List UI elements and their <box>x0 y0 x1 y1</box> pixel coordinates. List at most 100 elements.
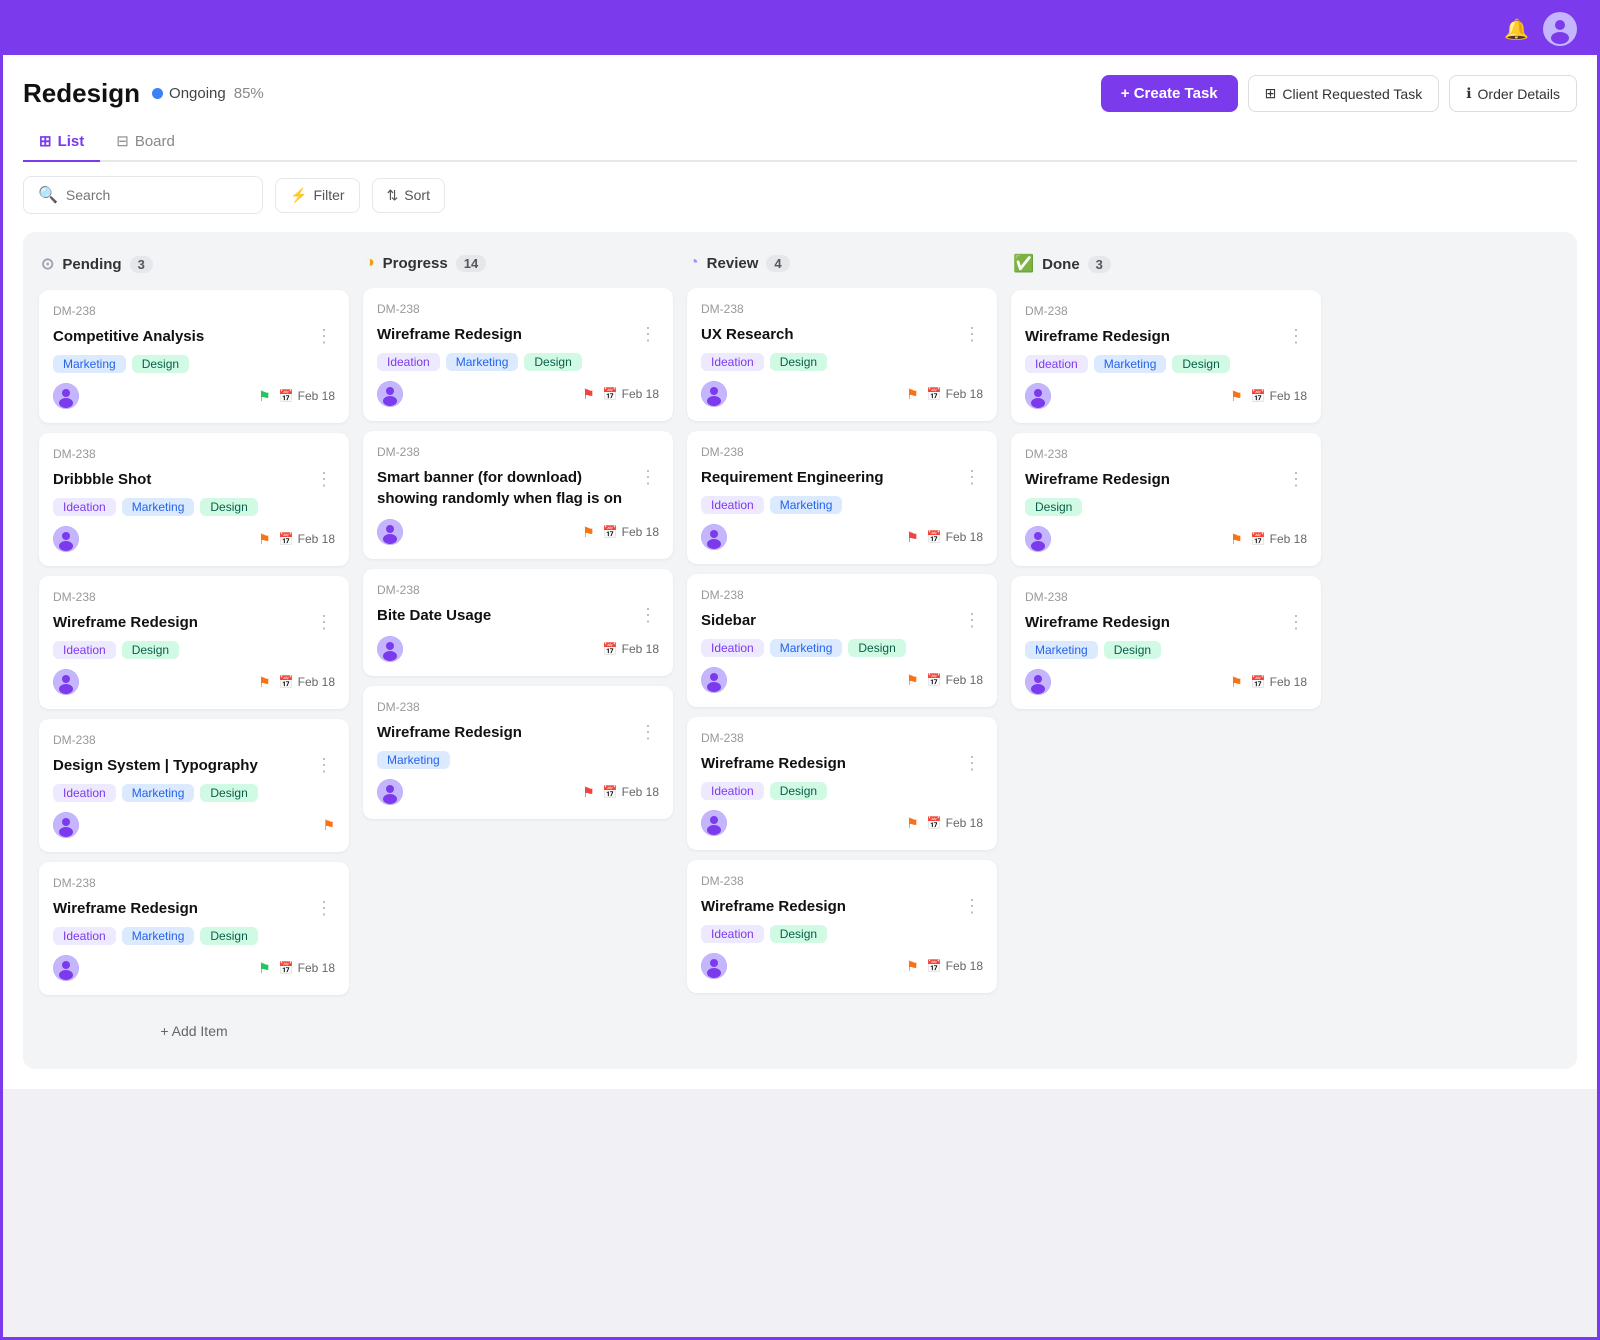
more-icon[interactable]: ⋮ <box>961 610 983 631</box>
task-title: UX Research <box>701 324 961 345</box>
order-details-button[interactable]: ℹ Order Details <box>1449 75 1577 112</box>
more-icon[interactable]: ⋮ <box>313 326 335 347</box>
task-id: DM-238 <box>1025 590 1307 604</box>
more-icon[interactable]: ⋮ <box>961 753 983 774</box>
client-requested-button[interactable]: ⊞ Client Requested Task <box>1248 75 1440 112</box>
task-card[interactable]: DM-238UX Research⋮IdeationDesign ⚑📅Feb 1… <box>687 288 997 421</box>
add-item-button[interactable]: + Add Item <box>39 1009 349 1053</box>
tag-row: MarketingDesign <box>53 355 335 373</box>
col-header-review: ◔Review4 <box>687 248 997 278</box>
task-card[interactable]: DM-238Wireframe Redesign⋮IdeationMarketi… <box>39 862 349 995</box>
task-card[interactable]: DM-238Requirement Engineering⋮IdeationMa… <box>687 431 997 564</box>
tag-row: MarketingDesign <box>1025 641 1307 659</box>
tab-list[interactable]: ⊞ List <box>23 122 100 162</box>
more-icon[interactable]: ⋮ <box>313 755 335 776</box>
task-title-row: Wireframe Redesign⋮ <box>1025 326 1307 347</box>
top-bar: 🔔 <box>3 3 1597 55</box>
task-id: DM-238 <box>377 700 659 714</box>
more-icon[interactable]: ⋮ <box>1285 326 1307 347</box>
date-badge: 📅Feb 18 <box>603 642 659 656</box>
more-icon[interactable]: ⋮ <box>313 612 335 633</box>
notification-icon[interactable]: 🔔 <box>1504 17 1529 42</box>
date-badge: 📅Feb 18 <box>1251 532 1307 546</box>
date-badge: 📅Feb 18 <box>1251 389 1307 403</box>
task-footer: ⚑ <box>53 812 335 838</box>
client-icon: ⊞ <box>1265 85 1277 102</box>
task-card[interactable]: DM-238Dribbble Shot⋮IdeationMarketingDes… <box>39 433 349 566</box>
more-icon[interactable]: ⋮ <box>313 898 335 919</box>
task-footer: ⚑📅Feb 18 <box>377 519 659 545</box>
task-card[interactable]: DM-238Bite Date Usage⋮ 📅Feb 18 <box>363 569 673 676</box>
task-footer: ⚑ 📅Feb 18 <box>1025 669 1307 695</box>
more-icon[interactable]: ⋮ <box>637 722 659 743</box>
task-title-row: Wireframe Redesign⋮ <box>1025 612 1307 633</box>
more-icon[interactable]: ⋮ <box>313 469 335 490</box>
date-text: Feb 18 <box>298 389 335 403</box>
tag-ideation: Ideation <box>377 353 440 371</box>
task-id: DM-238 <box>701 731 983 745</box>
task-card[interactable]: DM-238Competitive Analysis⋮MarketingDesi… <box>39 290 349 423</box>
flag-icon: ⚑ <box>906 672 919 689</box>
more-icon[interactable]: ⋮ <box>637 467 659 488</box>
more-icon[interactable]: ⋮ <box>1285 612 1307 633</box>
flag-icon: ⚑ <box>258 531 271 548</box>
task-card[interactable]: DM-238Wireframe Redesign⋮Marketing ⚑📅Feb… <box>363 686 673 819</box>
filter-button[interactable]: ⚡ Filter <box>275 178 360 213</box>
task-card[interactable]: DM-238Wireframe Redesign⋮IdeationMarketi… <box>1011 290 1321 423</box>
avatar <box>377 519 403 545</box>
flag-icon: ⚑ <box>906 529 919 546</box>
tag-design: Design <box>848 639 905 657</box>
tag-row: Design <box>1025 498 1307 516</box>
date-badge: 📅Feb 18 <box>927 959 983 973</box>
search-input[interactable] <box>66 187 248 203</box>
tag-ideation: Ideation <box>701 925 764 943</box>
footer-right: ⚑📅Feb 18 <box>906 815 983 832</box>
tag-row: IdeationDesign <box>701 782 983 800</box>
task-card[interactable]: DM-238 Wireframe Redesign⋮ MarketingDesign… <box>1011 576 1321 709</box>
date-badge: 📅Feb 18 <box>1251 675 1307 689</box>
date-text: Feb 18 <box>622 525 659 539</box>
task-card[interactable]: DM-238Sidebar⋮IdeationMarketingDesign ⚑📅… <box>687 574 997 707</box>
date-text: Feb 18 <box>946 816 983 830</box>
flag-icon: ⚑ <box>1230 674 1243 691</box>
kanban-board: ⊙Pending3DM-238Competitive Analysis⋮Mark… <box>23 232 1577 1069</box>
date-badge: 📅Feb 18 <box>927 387 983 401</box>
more-icon[interactable]: ⋮ <box>961 896 983 917</box>
task-card[interactable]: DM-238Wireframe Redesign⋮IdeationMarketi… <box>363 288 673 421</box>
task-title: Wireframe Redesign <box>701 896 961 917</box>
task-card[interactable]: DM-238Wireframe Redesign⋮IdeationDesign … <box>687 860 997 993</box>
task-id: DM-238 <box>377 302 659 316</box>
tag-design: Design <box>770 782 827 800</box>
more-icon[interactable]: ⋮ <box>961 467 983 488</box>
task-card[interactable]: DM-238Wireframe Redesign⋮IdeationDesign … <box>687 717 997 850</box>
more-icon[interactable]: ⋮ <box>637 324 659 345</box>
tag-ideation: Ideation <box>701 496 764 514</box>
tag-marketing: Marketing <box>1025 641 1098 659</box>
flag-icon: ⚑ <box>906 386 919 403</box>
search-box[interactable]: 🔍 <box>23 176 263 214</box>
more-icon[interactable]: ⋮ <box>961 324 983 345</box>
task-card[interactable]: DM-238Wireframe Redesign⋮Design ⚑📅Feb 18 <box>1011 433 1321 566</box>
tag-ideation: Ideation <box>53 784 116 802</box>
col-title-done: Done <box>1042 256 1080 273</box>
tab-board[interactable]: ⊟ Board <box>100 122 191 162</box>
task-card[interactable]: DM-238Smart banner (for download) showin… <box>363 431 673 559</box>
task-title-row: Wireframe Redesign⋮ <box>53 898 335 919</box>
task-id: DM-238 <box>1025 447 1307 461</box>
col-header-done: ✅Done3 <box>1011 248 1321 280</box>
create-task-button[interactable]: + Create Task <box>1101 75 1238 112</box>
sort-button[interactable]: ⇅ Sort <box>372 178 445 213</box>
tag-marketing: Marketing <box>122 927 195 945</box>
more-icon[interactable]: ⋮ <box>1285 469 1307 490</box>
col-icon-done: ✅ <box>1013 254 1034 274</box>
avatar <box>701 667 727 693</box>
col-icon-pending: ⊙ <box>41 254 54 274</box>
date-text: Feb 18 <box>622 642 659 656</box>
main-content: Redesign Ongoing 85% + Create Task ⊞ Cli… <box>3 55 1597 1089</box>
task-card[interactable]: DM-238Wireframe Redesign⋮IdeationDesign … <box>39 576 349 709</box>
tag-design: Design <box>200 927 257 945</box>
task-card[interactable]: DM-238Design System | Typography⋮Ideatio… <box>39 719 349 852</box>
more-icon[interactable]: ⋮ <box>637 605 659 626</box>
user-avatar[interactable] <box>1543 12 1577 46</box>
date-badge: 📅Feb 18 <box>279 389 335 403</box>
